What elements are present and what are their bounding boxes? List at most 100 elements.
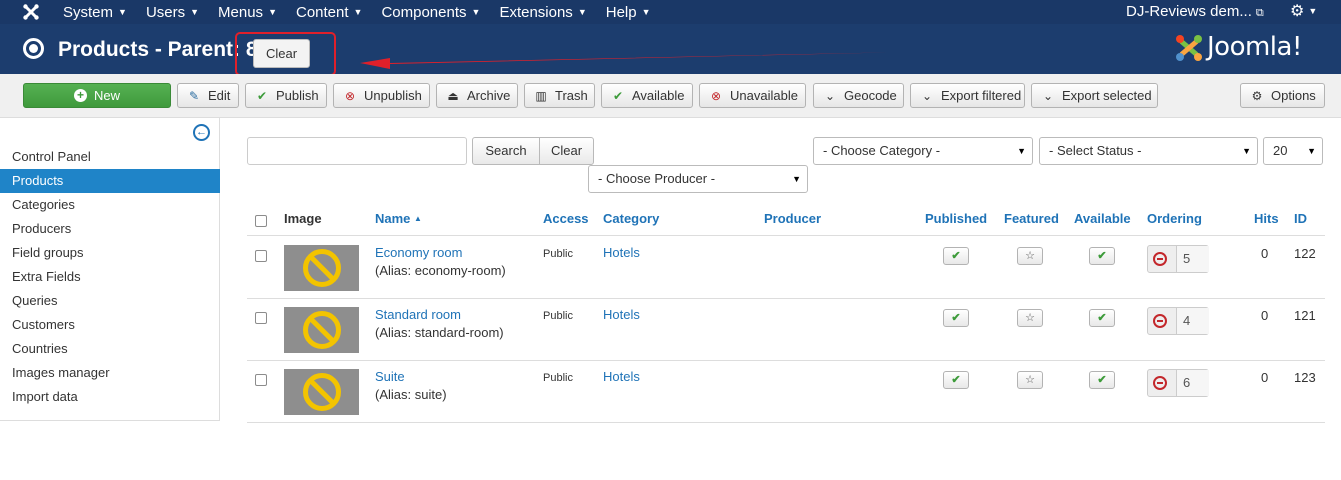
menu-users[interactable]: Users ▼ xyxy=(146,4,199,21)
geocode-button[interactable]: ⌄ Geocode xyxy=(813,83,904,108)
clear-search-button[interactable]: Clear xyxy=(539,137,594,165)
dropdown-arrow-icon: ▼ xyxy=(1307,146,1316,156)
joomla-icon[interactable] xyxy=(22,3,40,21)
trash-button[interactable]: ▥ Trash xyxy=(524,83,595,108)
toolbar: + New ✎ Edit ✔ Publish ⊗ Unpublish ⏏ Archive … xyxy=(0,74,1341,118)
sidebar-item-label: Categories xyxy=(12,197,75,212)
select-all-checkbox[interactable] xyxy=(255,215,267,227)
column-available[interactable]: Available xyxy=(1074,211,1131,226)
available-toggle[interactable]: ✔ xyxy=(1089,247,1115,265)
search-button[interactable]: Search xyxy=(472,137,540,165)
menu-menus[interactable]: Menus ▼ xyxy=(218,4,277,21)
menu-label: Users xyxy=(145,3,186,21)
column-name[interactable]: Name ▲ xyxy=(375,211,422,226)
column-category[interactable]: Category xyxy=(603,211,659,226)
unavailable-button[interactable]: ⊗ Unavailable xyxy=(699,83,806,108)
available-button[interactable]: ✔ Available xyxy=(601,83,693,108)
published-toggle[interactable]: ✔ xyxy=(943,371,969,389)
new-button[interactable]: + New xyxy=(23,83,171,108)
row-checkbox[interactable] xyxy=(255,312,267,324)
menu-content[interactable]: Content ▼ xyxy=(296,4,362,21)
sidebar-item-images-manager[interactable]: Images manager xyxy=(0,361,220,385)
table-row: Economy room (Alias: economy-room) Publi… xyxy=(247,237,1325,299)
sidebar-item-import-data[interactable]: Import data xyxy=(0,385,220,409)
sidebar-item-label: Products xyxy=(12,173,64,188)
column-access[interactable]: Access xyxy=(543,211,589,226)
ordering-input[interactable]: 5 xyxy=(1176,246,1209,272)
archive-button[interactable]: ⏏ Archive xyxy=(436,83,518,108)
unpublish-button[interactable]: ⊗ Unpublish xyxy=(333,83,430,108)
ordering-locked-icon xyxy=(1153,252,1167,266)
published-toggle[interactable]: ✔ xyxy=(943,247,969,265)
sidebar-item-queries[interactable]: Queries xyxy=(0,289,220,313)
export-selected-button[interactable]: ⌄ Export selected xyxy=(1031,83,1158,108)
sidebar-item-categories[interactable]: Categories xyxy=(0,193,220,217)
edit-icon: ✎ xyxy=(188,88,200,103)
options-button[interactable]: ⚙ Options xyxy=(1240,83,1325,108)
edit-button[interactable]: ✎ Edit xyxy=(177,83,239,108)
sidebar-item-extra-fields[interactable]: Extra Fields xyxy=(0,265,220,289)
user-settings-menu[interactable]: ⚙ ▼ xyxy=(1290,1,1317,21)
producer-select[interactable]: - Choose Producer - ▼ xyxy=(588,165,808,193)
product-category-link[interactable]: Hotels xyxy=(603,307,640,322)
featured-star-icon[interactable]: ☆ xyxy=(1017,309,1043,327)
product-name-link[interactable]: Standard room xyxy=(375,307,461,322)
site-link[interactable]: DJ-Reviews dem... ⧉ xyxy=(1126,3,1264,20)
caret-down-icon: ▼ xyxy=(118,6,127,17)
available-toggle[interactable]: ✔ xyxy=(1089,309,1115,327)
column-label: Name xyxy=(375,211,411,226)
sidebar-item-countries[interactable]: Countries xyxy=(0,337,220,361)
sidebar-item-customers[interactable]: Customers xyxy=(0,313,220,337)
menu-extensions[interactable]: Extensions ▼ xyxy=(499,4,586,21)
menu-system[interactable]: System ▼ xyxy=(63,4,127,21)
select-value: - Choose Category - xyxy=(823,143,941,158)
sidebar-item-label: Extra Fields xyxy=(12,269,81,284)
featured-star-icon[interactable]: ☆ xyxy=(1017,247,1043,265)
button-label: Options xyxy=(1271,88,1316,103)
column-ordering[interactable]: Ordering xyxy=(1147,211,1202,226)
row-checkbox[interactable] xyxy=(255,374,267,386)
limit-select[interactable]: 20 ▼ xyxy=(1263,137,1323,165)
ordering-control: 4 xyxy=(1147,307,1209,335)
ordering-input[interactable]: 6 xyxy=(1176,370,1209,396)
column-published[interactable]: Published xyxy=(925,211,987,226)
column-hits[interactable]: Hits xyxy=(1254,211,1279,226)
row-checkbox[interactable] xyxy=(255,250,267,262)
search-input[interactable] xyxy=(247,137,467,165)
button-label: Archive xyxy=(467,88,511,103)
logo-text: Joomla! xyxy=(1207,32,1302,62)
sidebar-item-producers[interactable]: Producers xyxy=(0,217,220,241)
dropdown-arrow-icon: ▼ xyxy=(792,174,801,184)
category-select[interactable]: - Choose Category - ▼ xyxy=(813,137,1033,165)
product-id: 121 xyxy=(1294,308,1316,323)
gear-icon: ⚙ xyxy=(1290,3,1305,20)
button-label: Export selected xyxy=(1062,88,1152,103)
product-category-link[interactable]: Hotels xyxy=(603,369,640,384)
status-select[interactable]: - Select Status - ▼ xyxy=(1039,137,1258,165)
sidebar-item-control-panel[interactable]: Control Panel xyxy=(0,145,220,169)
caret-down-icon: ▼ xyxy=(641,6,651,17)
column-producer[interactable]: Producer xyxy=(764,211,821,226)
product-name-link[interactable]: Suite xyxy=(375,369,405,384)
ordering-input[interactable]: 4 xyxy=(1176,308,1209,334)
sidebar-item-label: Import data xyxy=(12,389,78,404)
sidebar-item-products[interactable]: Products xyxy=(0,169,220,193)
menu-components[interactable]: Components ▼ xyxy=(381,4,480,21)
sidebar-item-field-groups[interactable]: Field groups xyxy=(0,241,220,265)
featured-star-icon[interactable]: ☆ xyxy=(1017,371,1043,389)
export-filtered-button[interactable]: ⌄ Export filtered xyxy=(910,83,1025,108)
published-toggle[interactable]: ✔ xyxy=(943,309,969,327)
chevron-down-icon: ⌄ xyxy=(921,88,933,103)
column-id[interactable]: ID xyxy=(1294,211,1307,226)
column-featured[interactable]: Featured xyxy=(1004,211,1059,226)
button-label: Trash xyxy=(555,88,588,103)
publish-button[interactable]: ✔ Publish xyxy=(245,83,327,108)
caret-down-icon: ▼ xyxy=(471,6,481,17)
collapse-sidebar-icon[interactable]: ← xyxy=(193,124,210,141)
product-category-link[interactable]: Hotels xyxy=(603,245,640,260)
trash-icon: ▥ xyxy=(535,88,547,103)
product-image-placeholder xyxy=(284,307,359,353)
product-name-link[interactable]: Economy room xyxy=(375,245,462,260)
available-toggle[interactable]: ✔ xyxy=(1089,371,1115,389)
menu-help[interactable]: Help ▼ xyxy=(606,4,651,21)
